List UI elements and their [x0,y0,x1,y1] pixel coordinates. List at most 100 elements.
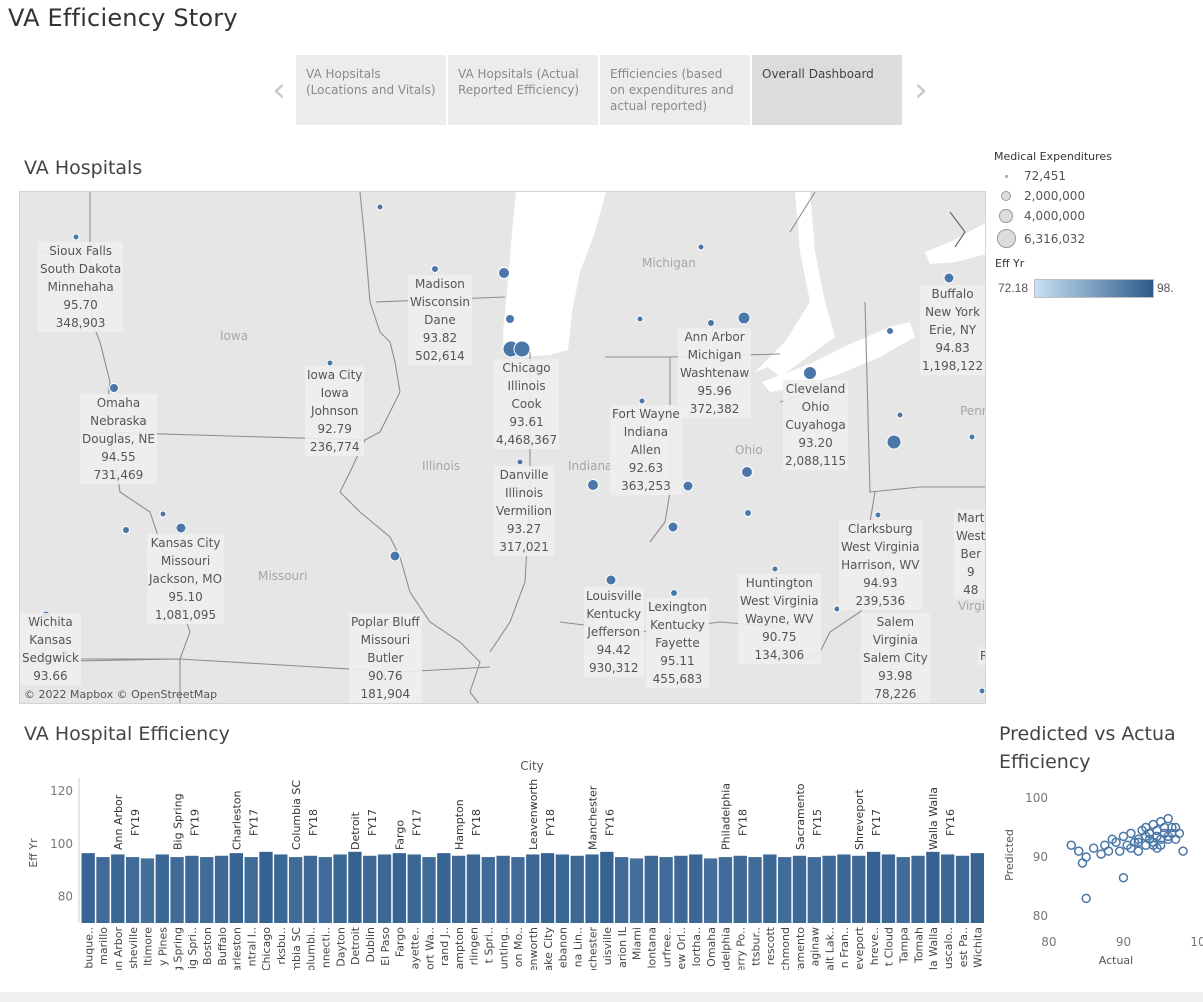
story-title: VA Efficiency Story [8,4,238,32]
annotation-fy: FY17 [411,809,424,836]
bar [600,851,614,923]
hospital-label-line: 363,253 [621,479,671,493]
hospital-label-line: Wayne, WV [745,612,814,626]
hospital-label[interactable]: Ann Arbor Michigan Washtenaw 95.96 372,382 [678,328,752,418]
annotation-label: Detroit [349,811,362,850]
hospital-label[interactable]: Iowa City Iowa Johnson 92.79 236,774 [305,366,365,456]
x-tick-label: hreve.. [868,927,881,965]
hospital-label[interactable]: Mart West Ber 9 48 [954,509,985,599]
hospital-label-line: Wichita [28,615,73,629]
x-tick-label: rksbu.. [275,927,288,965]
hospital-label-line: Illinois [504,486,544,500]
hospital-label-line: Butler [367,651,404,665]
hospital-label[interactable]: Salem Virginia Salem City 93.98 78,226 [861,613,930,703]
color-legend-gradient[interactable] [1034,279,1154,298]
hospital-label-line: Douglas, NE [82,432,155,446]
hospital-label-line: 95.96 [697,384,732,398]
annotation-fy: FY17 [366,809,379,836]
bar [229,853,244,923]
hospital-marker [516,458,524,466]
hospital-label-line: Minnehaha [47,280,114,294]
hospital-label-line: 94.83 [935,341,970,355]
story-point-1[interactable]: VA Hopsitals (Locations and Vitals) [296,55,446,125]
hospital-label-line: Allen [630,443,661,457]
size-legend-item: 4,000,000 [996,209,1085,223]
bar [170,857,184,923]
hospital-label-line: Ann Arbor [684,330,745,344]
scatter-chart[interactable]: Predicted 80 90 100 80 90 10 Actual [996,780,1203,970]
x-tick-label: on Mo.. [512,927,525,967]
hospital-label[interactable]: Kansas City Missouri Jackson, MO 95.10 1,081… [147,534,225,624]
x-tick-label: Ann Arbor [112,927,125,970]
annotation-label: Leavenworth [527,779,540,850]
scatter-point [1081,852,1091,862]
hospital-label[interactable]: Omaha Nebraska Douglas, NE 94.55 731,469 [80,394,157,484]
bar [748,857,762,923]
story-point-4[interactable]: Overall Dashboard [752,55,902,125]
hospital-label-line: West Virginia [841,540,920,554]
hospital-label[interactable]: Buffalo New York Erie, NY 94.83 1,198,122 [920,285,985,375]
scatter-title-line1: Predicted vs Actua [999,723,1176,745]
chevron-left-icon[interactable]: ‹ [262,55,296,125]
hospital-marker [638,397,646,405]
bar [185,855,199,923]
hospital-label[interactable]: Sioux Falls South Dakota Minnehaha 95.70 348… [38,242,124,332]
x-tick-label: uscalo.. [942,927,955,969]
hospital-label[interactable]: Huntington West Virginia Wayne, WV 90.75 134… [738,574,821,664]
hospital-label[interactable]: Fort Wayne Indiana Allen 92.63 363,253 [610,405,682,495]
x-tick-label: Columbia SC [290,927,303,970]
bar [125,857,140,923]
hospital-marker [896,411,904,419]
hospital-label-line: 93.20 [798,436,833,450]
hospital-marker [741,466,753,478]
hospital-label[interactable]: Madison Wisconsin Dane 93.82 502,614 [408,275,472,365]
story-point-2[interactable]: VA Hopsitals (Actual Reported Efficiency… [448,55,598,125]
bar [585,854,599,923]
bar [689,854,703,923]
hospital-label-line: West Virginia [740,594,819,608]
annotation-label: Big Spring [171,793,184,850]
hospital-label[interactable]: Louisville Kentucky Jefferson 94.42 930,312 [584,587,644,677]
hospital-label-line: Ohio [801,400,830,414]
x-tick-label: alt Lak.. [823,927,836,970]
hospital-marker [72,233,80,241]
hospital-marker [513,340,531,358]
story-points: VA Hopsitals (Locations and Vitals) VA Ho… [296,55,904,125]
scatter-point [1077,858,1088,868]
bar [659,857,673,923]
scatter-x-tick: 80 [1041,935,1056,949]
hospital-label[interactable]: Danville Illinois Vermilion 93.27 317,021 [494,466,555,556]
bar-chart[interactable]: Eff Yr City 80 100 120 buque.. marillo Ann Arbo… [19,758,987,970]
hospital-label[interactable]: Wichita Kansas Sedgwick 93.66 [20,613,81,685]
x-tick-label: Miami [631,927,644,960]
annotation-fy: FY17 [248,809,261,836]
hospital-label-line: Omaha [96,396,141,410]
map-view[interactable]: Michigan Iowa Illinois Indiana Ohio Missouri P… [19,191,986,704]
annotation-label: Columbia SC [290,780,303,850]
scatter-point [1073,846,1084,856]
hospital-label[interactable]: Cleveland Ohio Cuyahoga 93.20 2,088,115 [783,380,849,470]
hospital-label[interactable]: R [978,647,985,665]
bar [392,853,407,923]
hospital-marker [697,243,705,251]
annotation-fy: FY19 [129,809,142,836]
x-tick-label: n Fran.. [838,927,851,968]
hospital-label[interactable]: Chicago Illinois Cook 93.61 4,468,367 [494,359,560,449]
hospital-marker [886,434,902,450]
hospital-label-line: Salem City [863,651,928,665]
x-tick-label: urfree.. [660,927,673,967]
chevron-right-icon[interactable]: › [904,55,938,125]
story-point-3[interactable]: Efficiencies (based on expenditures and … [600,55,750,125]
hospital-label-line: Jackson, MO [149,572,223,586]
x-tick-label: buque.. [82,927,95,969]
hospital-label[interactable]: Poplar Bluff Missouri Butler 90.76 181,904 [349,613,422,703]
x-tick-label: erry Po.. [734,927,747,970]
hospital-label[interactable]: Lexington Kentucky Fayette 95.11 455,683 [646,598,709,688]
hospital-label-line: 502,614 [415,349,465,363]
x-axis-label: City [520,759,544,773]
hospital-label-line: 92.63 [628,461,664,475]
hospital-label-line: Buffalo [931,287,974,301]
bar [941,854,955,923]
hospital-label[interactable]: Clarksburg West Virginia Harrison, WV 94.93… [839,520,922,610]
bar [466,854,481,923]
